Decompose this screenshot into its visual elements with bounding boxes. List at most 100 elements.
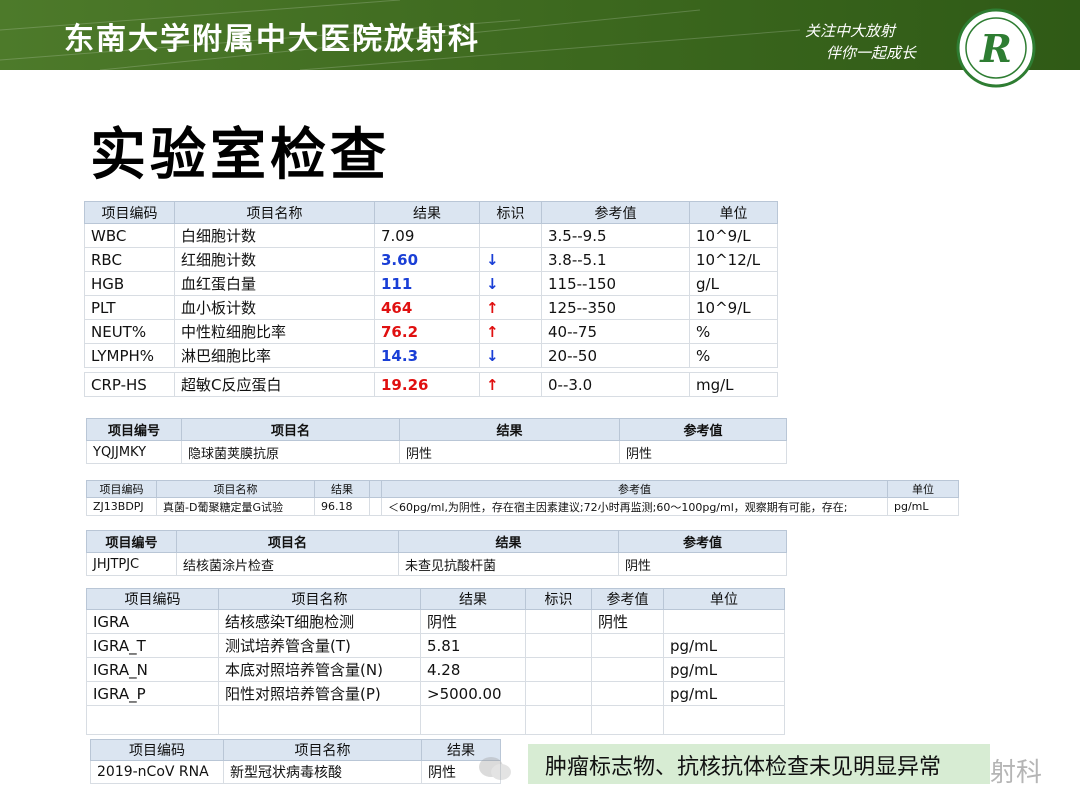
reference-range: 阴性 bbox=[591, 609, 664, 634]
item-name: 血小板计数 bbox=[174, 295, 375, 320]
slogan-line-2: 伴你一起成长 bbox=[826, 44, 917, 62]
table-row: ZJ13BDPJ 真菌-D葡聚糖定量G试验 96.18 ＜60pg/ml,为阴性… bbox=[86, 497, 959, 516]
table-row-empty bbox=[86, 705, 785, 735]
result-value: 76.2 bbox=[374, 319, 480, 344]
column-header: 参考值 bbox=[381, 480, 888, 498]
table-row: JHJTPJC 结核菌涂片检查 未查见抗酸杆菌 阴性 bbox=[86, 552, 787, 576]
column-header: 参考值 bbox=[619, 418, 787, 441]
note-text: 肿瘤标志物、抗核抗体检查未见明显异常 bbox=[545, 755, 942, 780]
hospital-department-title: 东南大学附属中大医院放射科 bbox=[64, 22, 480, 57]
item-code: JHJTPJC bbox=[86, 552, 177, 576]
table-row: LYMPH% 淋巴细胞比率 14.3 ↓ 20--50 % bbox=[84, 343, 778, 368]
item-name: 阳性对照培养管含量(P) bbox=[218, 681, 421, 706]
arrow-up-icon: ↑ bbox=[479, 372, 542, 397]
reference-range: 3.5--9.5 bbox=[541, 223, 690, 248]
unit: % bbox=[689, 343, 778, 368]
wechat-watermark-icon bbox=[479, 757, 511, 780]
unit: mg/L bbox=[689, 372, 778, 397]
table-row: 2019-nCoV RNA 新型冠状病毒核酸 阴性 bbox=[90, 760, 501, 784]
item-code: 2019-nCoV RNA bbox=[90, 760, 224, 784]
column-header: 结果 bbox=[374, 201, 480, 224]
flag bbox=[525, 681, 592, 706]
column-header: 单位 bbox=[689, 201, 778, 224]
reference-range bbox=[591, 681, 664, 706]
column-header: 参考值 bbox=[541, 201, 690, 224]
table-header-row: 项目编码 项目名称 结果 标识 参考值 单位 bbox=[84, 201, 778, 224]
item-code: CRP-HS bbox=[84, 372, 175, 397]
item-code: IGRA_N bbox=[86, 657, 219, 682]
column-header: 参考值 bbox=[618, 530, 787, 553]
unit: % bbox=[689, 319, 778, 344]
result-value: 111 bbox=[374, 271, 480, 296]
column-header: 项目名 bbox=[181, 418, 400, 441]
unit: pg/mL bbox=[887, 497, 959, 516]
column-header: 项目编码 bbox=[86, 588, 219, 610]
item-name: 隐球菌荚膜抗原 bbox=[181, 440, 400, 464]
item-name: 血红蛋白量 bbox=[174, 271, 375, 296]
cbc-results-table: 项目编码 项目名称 结果 标识 参考值 单位 WBC 白细胞计数 7.09 3.… bbox=[84, 201, 778, 397]
result-value: 464 bbox=[374, 295, 480, 320]
result-value: 4.28 bbox=[420, 657, 526, 682]
column-header: 项目编号 bbox=[86, 530, 177, 553]
item-code: YQJJMKY bbox=[86, 440, 182, 464]
column-header: 项目名称 bbox=[218, 588, 421, 610]
column-header: 结果 bbox=[398, 530, 619, 553]
table-row: CRP-HS 超敏C反应蛋白 19.26 ↑ 0--3.0 mg/L bbox=[84, 372, 778, 397]
result-value: 14.3 bbox=[374, 343, 480, 368]
item-code: WBC bbox=[84, 223, 175, 248]
column-header: 标识 bbox=[525, 588, 592, 610]
covid-nucleic-acid-table: 项目编码 项目名称 结果 2019-nCoV RNA 新型冠状病毒核酸 阴性 bbox=[90, 739, 501, 784]
igra-results-table: 项目编码 项目名称 结果 标识 参考值 单位 IGRA 结核感染T细胞检测 阴性… bbox=[86, 588, 785, 735]
cryptococcus-antigen-table: 项目编号 项目名 结果 参考值 YQJJMKY 隐球菌荚膜抗原 阴性 阴性 bbox=[86, 418, 787, 464]
unit: pg/mL bbox=[663, 681, 785, 706]
table-row: NEUT% 中性粒细胞比率 76.2 ↑ 40--75 % bbox=[84, 319, 778, 344]
item-name: 真菌-D葡聚糖定量G试验 bbox=[156, 497, 315, 516]
table-header-row: 项目编号 项目名 结果 参考值 bbox=[86, 418, 787, 441]
item-name: 中性粒细胞比率 bbox=[174, 319, 375, 344]
page-title: 实验室检查 bbox=[90, 123, 390, 188]
item-code: IGRA_P bbox=[86, 681, 219, 706]
slogan-line-1: 关注中大放射 bbox=[805, 22, 896, 40]
item-name: 测试培养管含量(T) bbox=[218, 633, 421, 658]
result-value: 7.09 bbox=[374, 223, 480, 248]
table-header-row: 项目编号 项目名 结果 参考值 bbox=[86, 530, 787, 553]
reference-range bbox=[591, 633, 664, 658]
unit: pg/mL bbox=[663, 657, 785, 682]
unit bbox=[663, 609, 785, 634]
item-name: 结核菌涂片检查 bbox=[176, 552, 399, 576]
column-header: 项目编码 bbox=[84, 201, 175, 224]
reference-range: 125--350 bbox=[541, 295, 690, 320]
column-header: 结果 bbox=[399, 418, 620, 441]
table-header-row: 项目编码 项目名称 结果 标识 参考值 单位 bbox=[86, 588, 785, 610]
item-code: HGB bbox=[84, 271, 175, 296]
table-row: WBC 白细胞计数 7.09 3.5--9.5 10^9/L bbox=[84, 223, 778, 248]
column-header: 项目名 bbox=[176, 530, 399, 553]
reference-range: ＜60pg/ml,为阴性，存在宿主因素建议;72小时再监测;60～100pg/m… bbox=[381, 497, 888, 516]
arrow-up-icon: ↑ bbox=[479, 295, 542, 320]
watermark-text: 射科 bbox=[990, 758, 1043, 788]
result-value: 未查见抗酸杆菌 bbox=[398, 552, 619, 576]
flag bbox=[525, 609, 592, 634]
item-name: 本底对照培养管含量(N) bbox=[218, 657, 421, 682]
item-name: 淋巴细胞比率 bbox=[174, 343, 375, 368]
item-name: 红细胞计数 bbox=[174, 247, 375, 272]
reference-range: 40--75 bbox=[541, 319, 690, 344]
table-row: PLT 血小板计数 464 ↑ 125--350 10^9/L bbox=[84, 295, 778, 320]
flag bbox=[479, 223, 542, 248]
item-name: 新型冠状病毒核酸 bbox=[223, 760, 422, 784]
result-value: 5.81 bbox=[420, 633, 526, 658]
arrow-down-icon: ↓ bbox=[479, 247, 542, 272]
item-code: PLT bbox=[84, 295, 175, 320]
column-header: 项目编码 bbox=[86, 480, 157, 498]
reference-range bbox=[591, 657, 664, 682]
table-row: IGRA_T 测试培养管含量(T) 5.81 pg/mL bbox=[86, 633, 785, 658]
item-name: 结核感染T细胞检测 bbox=[218, 609, 421, 634]
arrow-up-icon: ↑ bbox=[479, 319, 542, 344]
table-row: IGRA 结核感染T细胞检测 阴性 阴性 bbox=[86, 609, 785, 634]
table-row: HGB 血红蛋白量 111 ↓ 115--150 g/L bbox=[84, 271, 778, 296]
table-header-row: 项目编码 项目名称 结果 bbox=[90, 739, 501, 761]
result-value: >5000.00 bbox=[420, 681, 526, 706]
svg-text:R: R bbox=[979, 26, 1012, 71]
column-header: 标识 bbox=[479, 201, 542, 224]
item-code: LYMPH% bbox=[84, 343, 175, 368]
